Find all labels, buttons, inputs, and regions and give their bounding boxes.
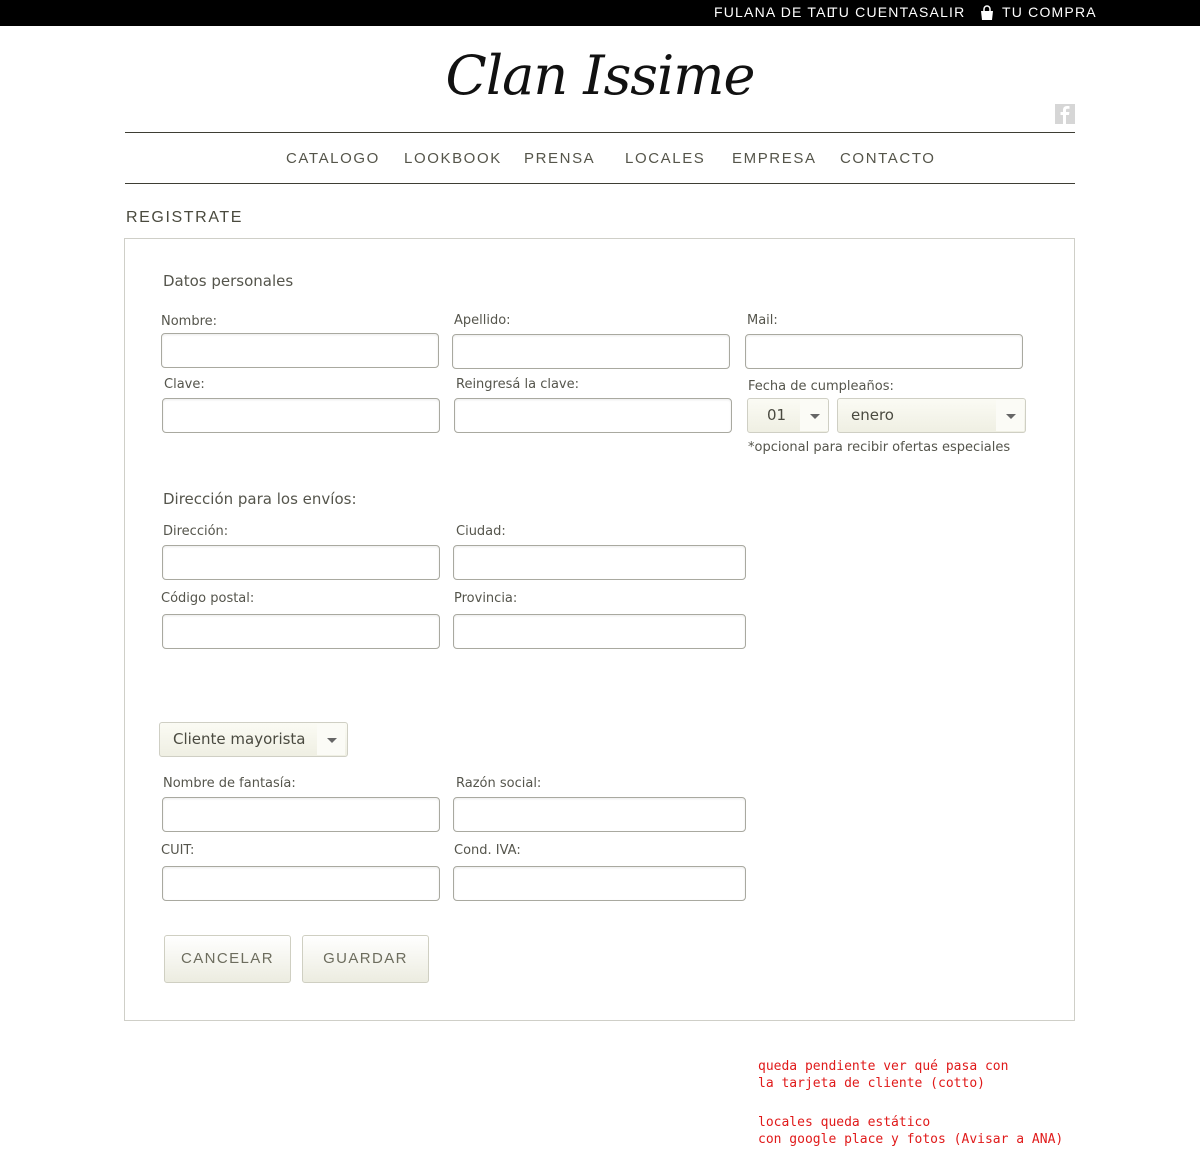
cancel-button[interactable]: CANCELAR [164,935,291,983]
nombre-input[interactable] [161,333,439,368]
top-bar: FULANA DE TAL TU CUENTA SALIR TU COMPRA [0,0,1200,26]
provincia-input[interactable] [453,614,746,649]
note-line: queda pendiente ver qué pasa con [758,1059,1009,1074]
apellido-input[interactable] [452,334,730,369]
ciudad-input[interactable] [453,545,746,580]
birthday-month-select[interactable]: enero [837,398,1026,433]
birthday-label: Fecha de cumpleaños: [748,379,894,394]
account-link[interactable]: TU CUENTA [829,4,919,20]
ciudad-label: Ciudad: [456,524,506,539]
cp-label: Código postal: [161,591,255,606]
cuit-label: CUIT: [161,843,195,858]
personal-data-title: Datos personales [163,272,294,290]
chevron-down-icon [800,400,828,431]
nav-item-locales[interactable]: LOCALES [625,150,705,167]
chevron-down-icon [996,400,1024,431]
page-title: REGISTRATE [126,209,244,226]
mail-input[interactable] [745,334,1023,369]
clave-input[interactable] [162,398,440,433]
nombre-label: Nombre: [161,314,218,329]
cuit-input[interactable] [162,866,440,901]
cart-link[interactable]: TU COMPRA [1002,4,1097,20]
nav-item-contacto[interactable]: CONTACTO [840,150,936,167]
nav-item-catalogo[interactable]: CATALOGO [286,150,380,167]
save-button[interactable]: GUARDAR [302,935,429,983]
user-name-link[interactable]: FULANA DE TAL [714,4,836,20]
razon-input[interactable] [453,797,746,832]
birthday-hint: *opcional para recibir ofertas especiale… [748,440,1011,455]
facebook-icon[interactable] [1055,104,1075,124]
chevron-down-icon [317,724,345,755]
nav-item-empresa[interactable]: EMPRESA [732,150,817,167]
reclave-input[interactable] [454,398,732,433]
provincia-label: Provincia: [454,591,518,606]
shopping-bag-icon[interactable] [979,5,995,21]
fantasia-label: Nombre de fantasía: [163,776,296,791]
birthday-month-value: enero [851,406,894,424]
birthday-day-select[interactable]: 01 [747,398,829,433]
mail-label: Mail: [747,313,778,328]
clave-label: Clave: [164,377,205,392]
note-line: la tarjeta de cliente (cotto) [758,1076,985,1091]
client-type-select[interactable]: Cliente mayorista [159,722,348,757]
reclave-label: Reingresá la clave: [456,377,579,392]
iva-label: Cond. IVA: [454,843,521,858]
shipping-title: Dirección para los envíos: [163,490,357,508]
iva-input[interactable] [453,866,746,901]
fantasia-input[interactable] [162,797,440,832]
logout-link[interactable]: SALIR [919,4,965,20]
birthday-day-value: 01 [767,406,787,424]
apellido-label: Apellido: [454,313,511,328]
site-logo[interactable]: Clan Issime [0,44,1200,107]
main-nav: CATALOGO LOOKBOOK PRENSA LOCALES EMPRESA… [125,132,1075,184]
note-line: locales queda estático [758,1115,931,1130]
direccion-label: Dirección: [163,524,229,539]
nav-item-lookbook[interactable]: LOOKBOOK [404,150,502,167]
client-type-value: Cliente mayorista [173,730,306,748]
nav-item-prensa[interactable]: PRENSA [524,150,595,167]
razon-label: Razón social: [456,776,542,791]
cp-input[interactable] [162,614,440,649]
note-line: con google place y fotos (Avisar a ANA) [758,1132,1064,1147]
direccion-input[interactable] [162,545,440,580]
